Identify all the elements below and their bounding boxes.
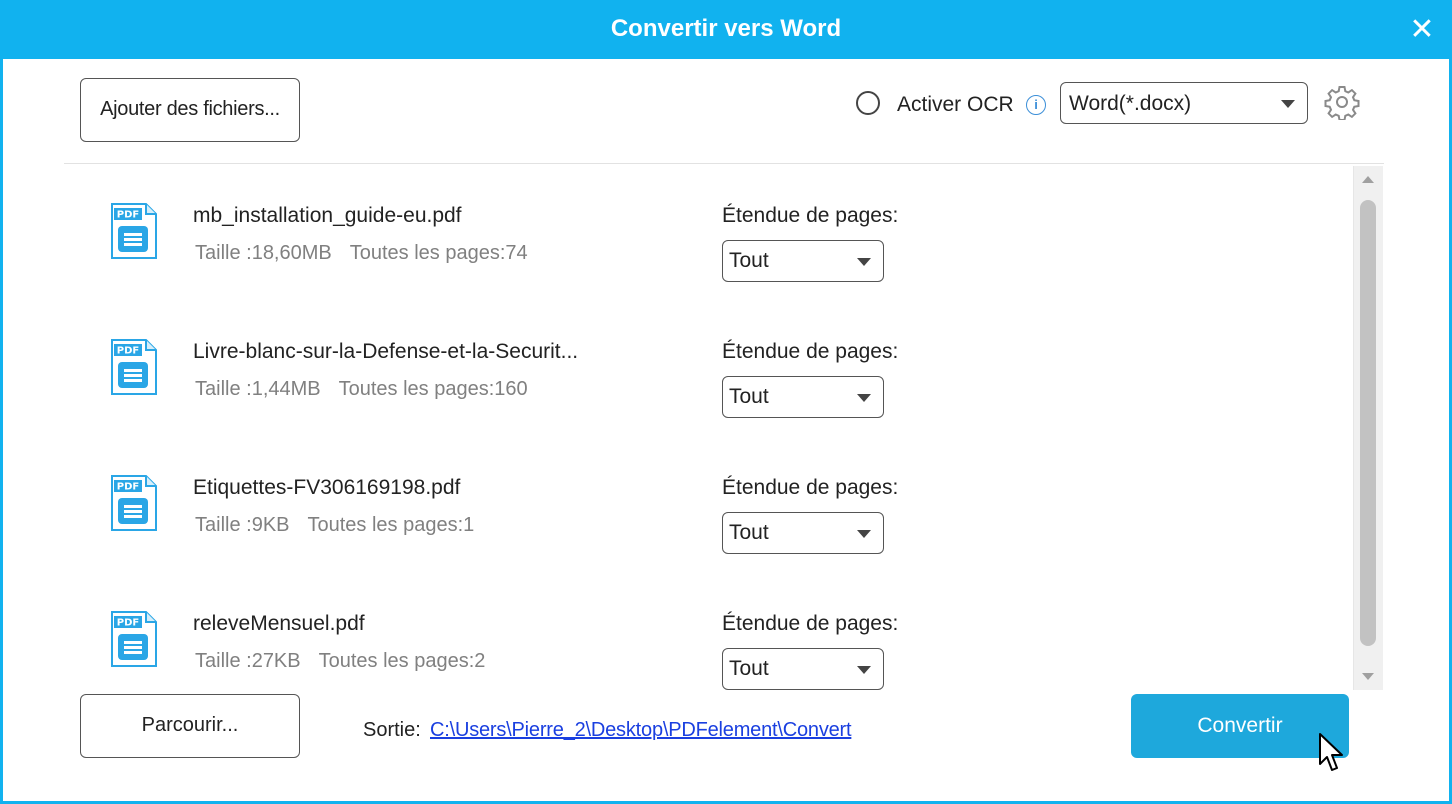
- ocr-checkbox[interactable]: [856, 91, 880, 115]
- file-list-scrollbar[interactable]: [1353, 166, 1383, 690]
- browse-button[interactable]: Parcourir...: [80, 694, 300, 758]
- page-range-label: Étendue de pages:: [722, 340, 899, 363]
- chevron-down-icon: [857, 394, 871, 402]
- page-range-label: Étendue de pages:: [722, 612, 899, 635]
- pdf-file-icon: PDF: [111, 611, 157, 667]
- file-size: Taille :18,60MB: [195, 242, 332, 264]
- file-pages: Toutes les pages:160: [338, 378, 528, 400]
- page-range-select[interactable]: Tout: [722, 648, 884, 690]
- file-list: PDF mb_installation_guide-eu.pdf Taille …: [64, 164, 1354, 690]
- file-pages: Toutes les pages:1: [307, 514, 475, 536]
- output-label: Sortie:: [363, 719, 421, 741]
- pdf-icon-label: PDF: [117, 482, 139, 493]
- chevron-down-icon: [857, 530, 871, 538]
- close-icon[interactable]: ✕: [1405, 13, 1439, 47]
- file-meta: Taille :1,44MB Toutes les pages:160: [195, 378, 528, 401]
- output-path-link[interactable]: C:\Users\Pierre_2\Desktop\PDFelement\Con…: [430, 719, 852, 742]
- page-range-select[interactable]: Tout: [722, 376, 884, 418]
- convert-button[interactable]: Convertir: [1131, 694, 1349, 758]
- file-row: PDF mb_installation_guide-eu.pdf Taille …: [64, 164, 1354, 300]
- page-range-label: Étendue de pages:: [722, 476, 899, 499]
- mouse-cursor-icon: [1319, 733, 1343, 771]
- file-size: Taille :1,44MB: [195, 378, 321, 400]
- page-range-value: Tout: [729, 249, 769, 272]
- output-format-value: Word(*.docx): [1069, 92, 1192, 115]
- chevron-down-icon: [1281, 100, 1295, 108]
- pdf-icon-label: PDF: [117, 618, 139, 629]
- title-bar: Convertir vers Word ✕: [3, 3, 1449, 59]
- pdf-icon-label: PDF: [117, 346, 139, 357]
- file-name: releveMensuel.pdf: [193, 612, 365, 635]
- file-size: Taille :9KB: [195, 514, 290, 536]
- scroll-up-icon[interactable]: [1362, 176, 1374, 183]
- file-size: Taille :27KB: [195, 650, 301, 672]
- page-range-select[interactable]: Tout: [722, 240, 884, 282]
- ocr-label[interactable]: Activer OCR: [897, 93, 1014, 117]
- file-meta: Taille :18,60MB Toutes les pages:74: [195, 242, 528, 265]
- pdf-icon-label: PDF: [117, 210, 139, 221]
- chevron-down-icon: [857, 666, 871, 674]
- pdf-file-icon: PDF: [111, 475, 157, 531]
- pdf-file-icon: PDF: [111, 339, 157, 395]
- file-meta: Taille :27KB Toutes les pages:2: [195, 650, 485, 673]
- file-row: PDF releveMensuel.pdf Taille :27KB Toutes…: [64, 572, 1354, 690]
- page-range-label: Étendue de pages:: [722, 204, 899, 227]
- gear-icon[interactable]: [1324, 84, 1360, 120]
- file-name: Etiquettes-FV306169198.pdf: [193, 476, 461, 499]
- file-row: PDF Etiquettes-FV306169198.pdf Taille :9…: [64, 436, 1354, 572]
- file-name: Livre-blanc-sur-la-Defense-et-la-Securit…: [193, 340, 579, 363]
- output-format-select[interactable]: Word(*.docx): [1060, 82, 1308, 124]
- file-name: mb_installation_guide-eu.pdf: [193, 204, 462, 227]
- page-range-value: Tout: [729, 385, 769, 408]
- dialog-title: Convertir vers Word: [610, 15, 842, 42]
- file-meta: Taille :9KB Toutes les pages:1: [195, 514, 474, 537]
- file-row: PDF Livre-blanc-sur-la-Defense-et-la-Sec…: [64, 300, 1354, 436]
- chevron-down-icon: [857, 258, 871, 266]
- scrollbar-thumb[interactable]: [1360, 200, 1376, 646]
- scroll-down-icon[interactable]: [1362, 673, 1374, 680]
- file-pages: Toutes les pages:2: [318, 650, 486, 672]
- page-range-select[interactable]: Tout: [722, 512, 884, 554]
- file-pages: Toutes les pages:74: [349, 242, 528, 264]
- pdf-file-icon: PDF: [111, 203, 157, 259]
- page-range-value: Tout: [729, 657, 769, 680]
- add-files-button[interactable]: Ajouter des fichiers...: [80, 78, 300, 142]
- page-range-value: Tout: [729, 521, 769, 544]
- info-icon[interactable]: i: [1026, 95, 1046, 115]
